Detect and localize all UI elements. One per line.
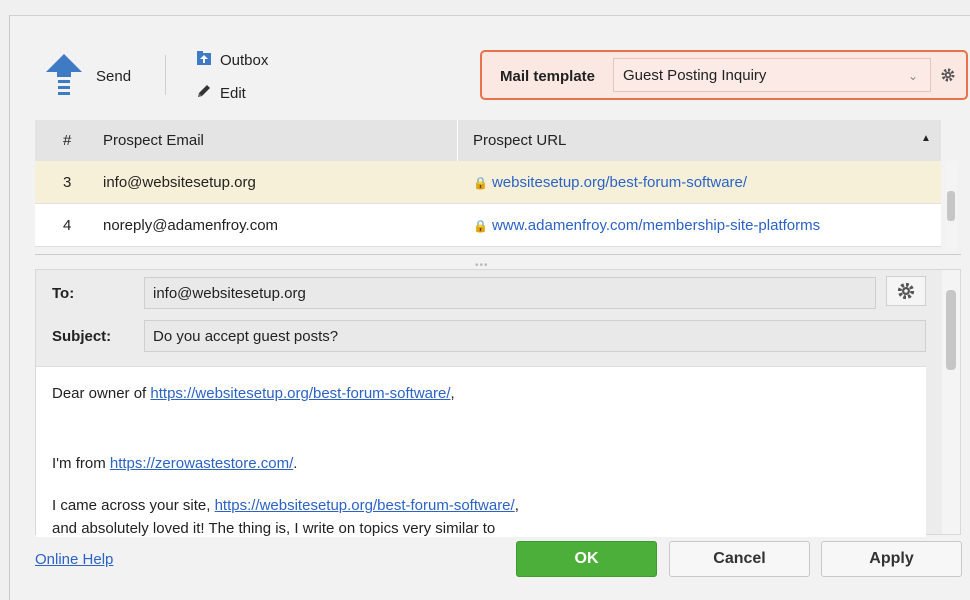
send-button[interactable]: Send xyxy=(96,68,131,85)
column-header-email[interactable]: Prospect Email xyxy=(103,132,204,149)
mail-template-label: Mail template xyxy=(500,68,596,85)
pencil-icon xyxy=(196,83,212,103)
scrollbar-thumb[interactable] xyxy=(947,191,955,221)
body-line: Dear owner of https://websitesetup.org/b… xyxy=(52,385,455,402)
subject-value: Do you accept guest posts? xyxy=(153,328,339,345)
body-line: I'm from https://zerowastestore.com/. xyxy=(52,455,298,472)
mail-template-panel: Mail template Guest Posting Inquiry ⌄ xyxy=(480,50,968,100)
column-header-url[interactable]: Prospect URL xyxy=(473,132,566,149)
cancel-button[interactable]: Cancel xyxy=(669,541,810,577)
compose-panel: To: info@websitesetup.org Subject: Do yo… xyxy=(35,269,961,537)
prospects-table: # Prospect Email Prospect URL ▲ 3 info@w… xyxy=(35,120,961,255)
table-header: # Prospect Email Prospect URL ▲ xyxy=(35,120,941,162)
row-number: 3 xyxy=(63,174,72,191)
body-line: I came across your site, https://website… xyxy=(52,497,519,514)
body-link[interactable]: https://zerowastestore.com/ xyxy=(110,455,293,472)
email-body-editor[interactable]: Dear owner of https://websitesetup.org/b… xyxy=(36,366,926,537)
lock-icon: 🔒 xyxy=(473,219,488,233)
edit-label: Edit xyxy=(220,84,246,102)
chevron-down-icon: ⌄ xyxy=(907,69,918,83)
column-header-number[interactable]: # xyxy=(63,132,71,149)
to-value: info@websitesetup.org xyxy=(153,285,306,302)
table-row[interactable]: 4 noreply@adamenfroy.com 🔒 www.adamenfroy… xyxy=(35,204,941,247)
apply-button[interactable]: Apply xyxy=(821,541,962,577)
mail-template-select[interactable]: Guest Posting Inquiry ⌄ xyxy=(613,58,931,92)
sort-ascending-icon: ▲ xyxy=(921,133,931,144)
body-link[interactable]: https://websitesetup.org/best-forum-soft… xyxy=(150,385,450,402)
to-field[interactable]: info@websitesetup.org xyxy=(144,277,876,309)
compose-scrollbar[interactable] xyxy=(942,270,960,534)
body-line: and absolutely loved it! The thing is, I… xyxy=(52,520,496,537)
ok-button[interactable]: OK xyxy=(516,541,657,577)
table-row[interactable]: 3 info@websitesetup.org 🔒 websitesetup.or… xyxy=(35,161,941,204)
lock-icon: 🔒 xyxy=(473,176,488,190)
recipient-settings-gear-icon[interactable] xyxy=(886,276,926,306)
row-url-text: www.adamenfroy.com/membership-site-platf… xyxy=(491,217,821,234)
online-help-link[interactable]: Online Help xyxy=(35,551,113,568)
column-separator xyxy=(457,120,458,161)
outbox-button[interactable]: Outbox xyxy=(196,50,268,70)
subject-label: Subject: xyxy=(52,328,112,345)
row-url-text: websitesetup.org/best-forum-software/ xyxy=(491,174,748,191)
mail-template-value: Guest Posting Inquiry xyxy=(623,67,767,84)
toolbar-divider xyxy=(165,55,166,95)
send-icon[interactable] xyxy=(44,52,84,100)
outbox-icon xyxy=(196,50,212,70)
subject-field[interactable]: Do you accept guest posts? xyxy=(144,320,926,352)
template-settings-gear-icon[interactable] xyxy=(934,58,962,92)
row-url-link[interactable]: 🔒 websitesetup.org/best-forum-software/ xyxy=(473,174,747,191)
row-number: 4 xyxy=(63,217,72,234)
row-email: info@websitesetup.org xyxy=(103,174,256,191)
row-email: noreply@adamenfroy.com xyxy=(103,217,279,234)
row-url-link[interactable]: 🔒 www.adamenfroy.com/membership-site-plat… xyxy=(473,217,820,234)
table-scrollbar[interactable] xyxy=(945,161,957,251)
body-link[interactable]: https://websitesetup.org/best-forum-soft… xyxy=(215,497,515,514)
edit-button[interactable]: Edit xyxy=(196,83,246,103)
outbox-label: Outbox xyxy=(220,51,269,69)
to-label: To: xyxy=(52,285,75,302)
scrollbar-thumb[interactable] xyxy=(946,290,956,370)
